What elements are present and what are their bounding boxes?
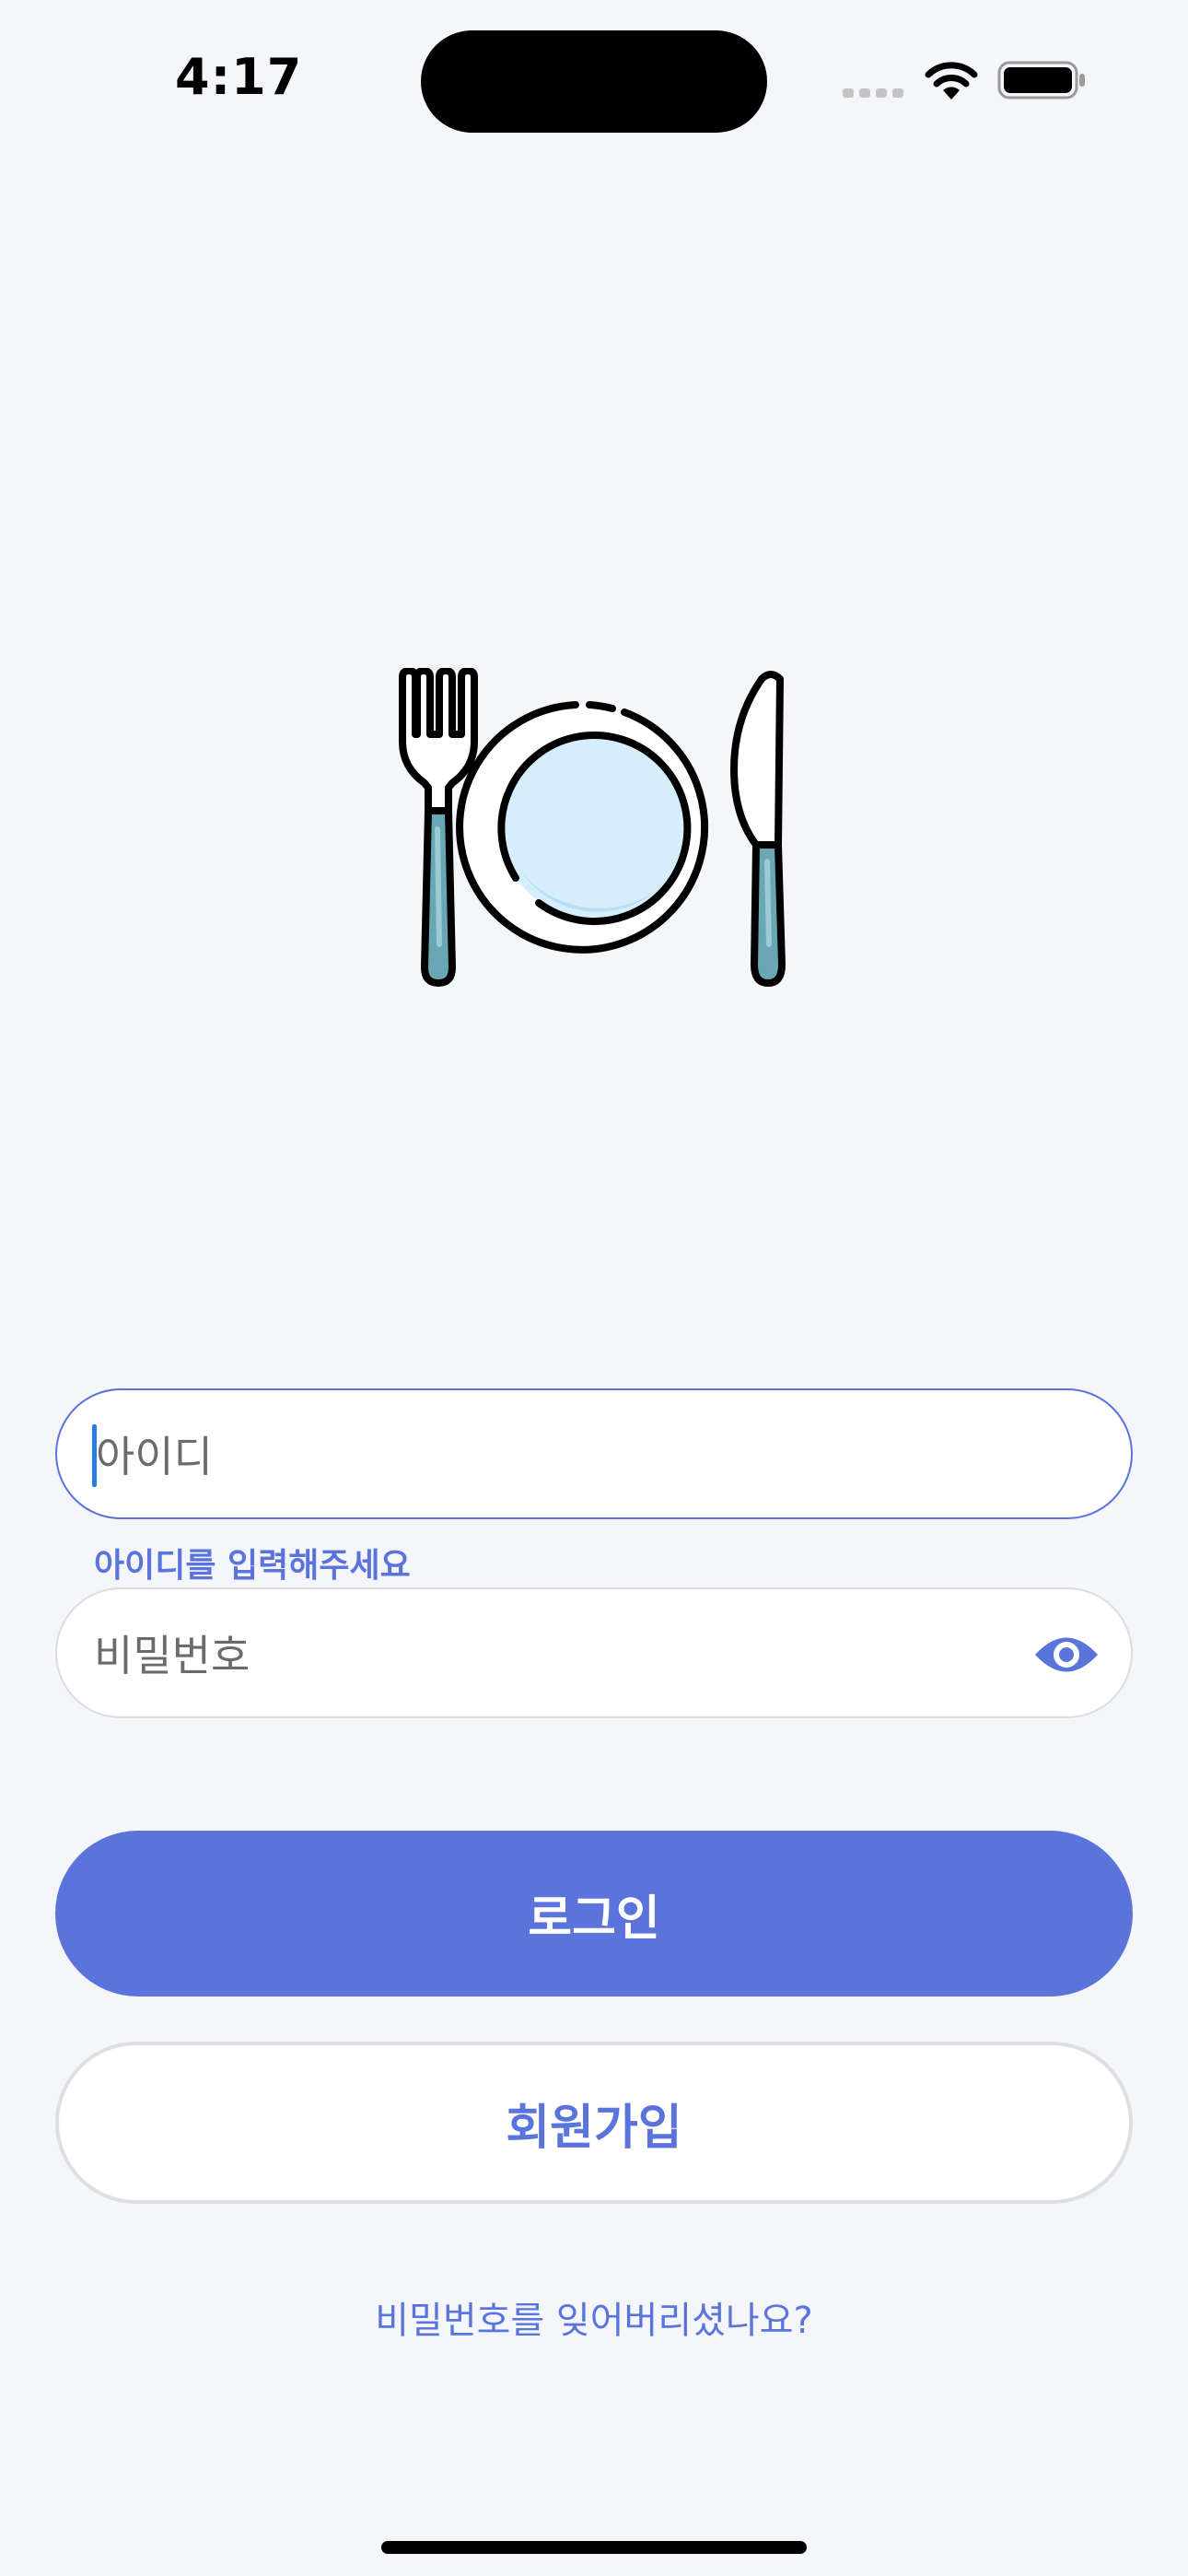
password-input-placeholder: 비밀번호 bbox=[94, 1631, 250, 1680]
cellular-signal-icon bbox=[843, 88, 903, 98]
signup-button[interactable]: 회원가입 bbox=[55, 2042, 1133, 2204]
password-input[interactable]: 비밀번호 bbox=[55, 1587, 1133, 1718]
knife-icon bbox=[730, 671, 786, 987]
forgot-password-link[interactable]: 비밀번호를 잊어버리셨나요? bbox=[0, 2290, 1188, 2344]
dynamic-island bbox=[421, 30, 767, 133]
signup-button-label: 회원가입 bbox=[506, 2100, 682, 2156]
battery-icon bbox=[997, 61, 1085, 100]
login-button-label: 로그인 bbox=[528, 1891, 660, 1947]
home-indicator[interactable] bbox=[381, 2541, 807, 2554]
status-time: 4:17 bbox=[175, 48, 303, 106]
id-input[interactable]: 아이디 bbox=[55, 1388, 1133, 1519]
id-helper-text: 아이디를 입력해주세요 bbox=[94, 1547, 411, 1585]
eye-icon[interactable] bbox=[1033, 1632, 1100, 1678]
plate-icon bbox=[456, 701, 709, 954]
id-input-placeholder: 아이디 bbox=[96, 1432, 213, 1481]
login-button[interactable]: 로그인 bbox=[55, 1831, 1133, 1996]
wifi-icon bbox=[925, 62, 978, 100]
fork-plate-knife-icon bbox=[399, 668, 786, 987]
